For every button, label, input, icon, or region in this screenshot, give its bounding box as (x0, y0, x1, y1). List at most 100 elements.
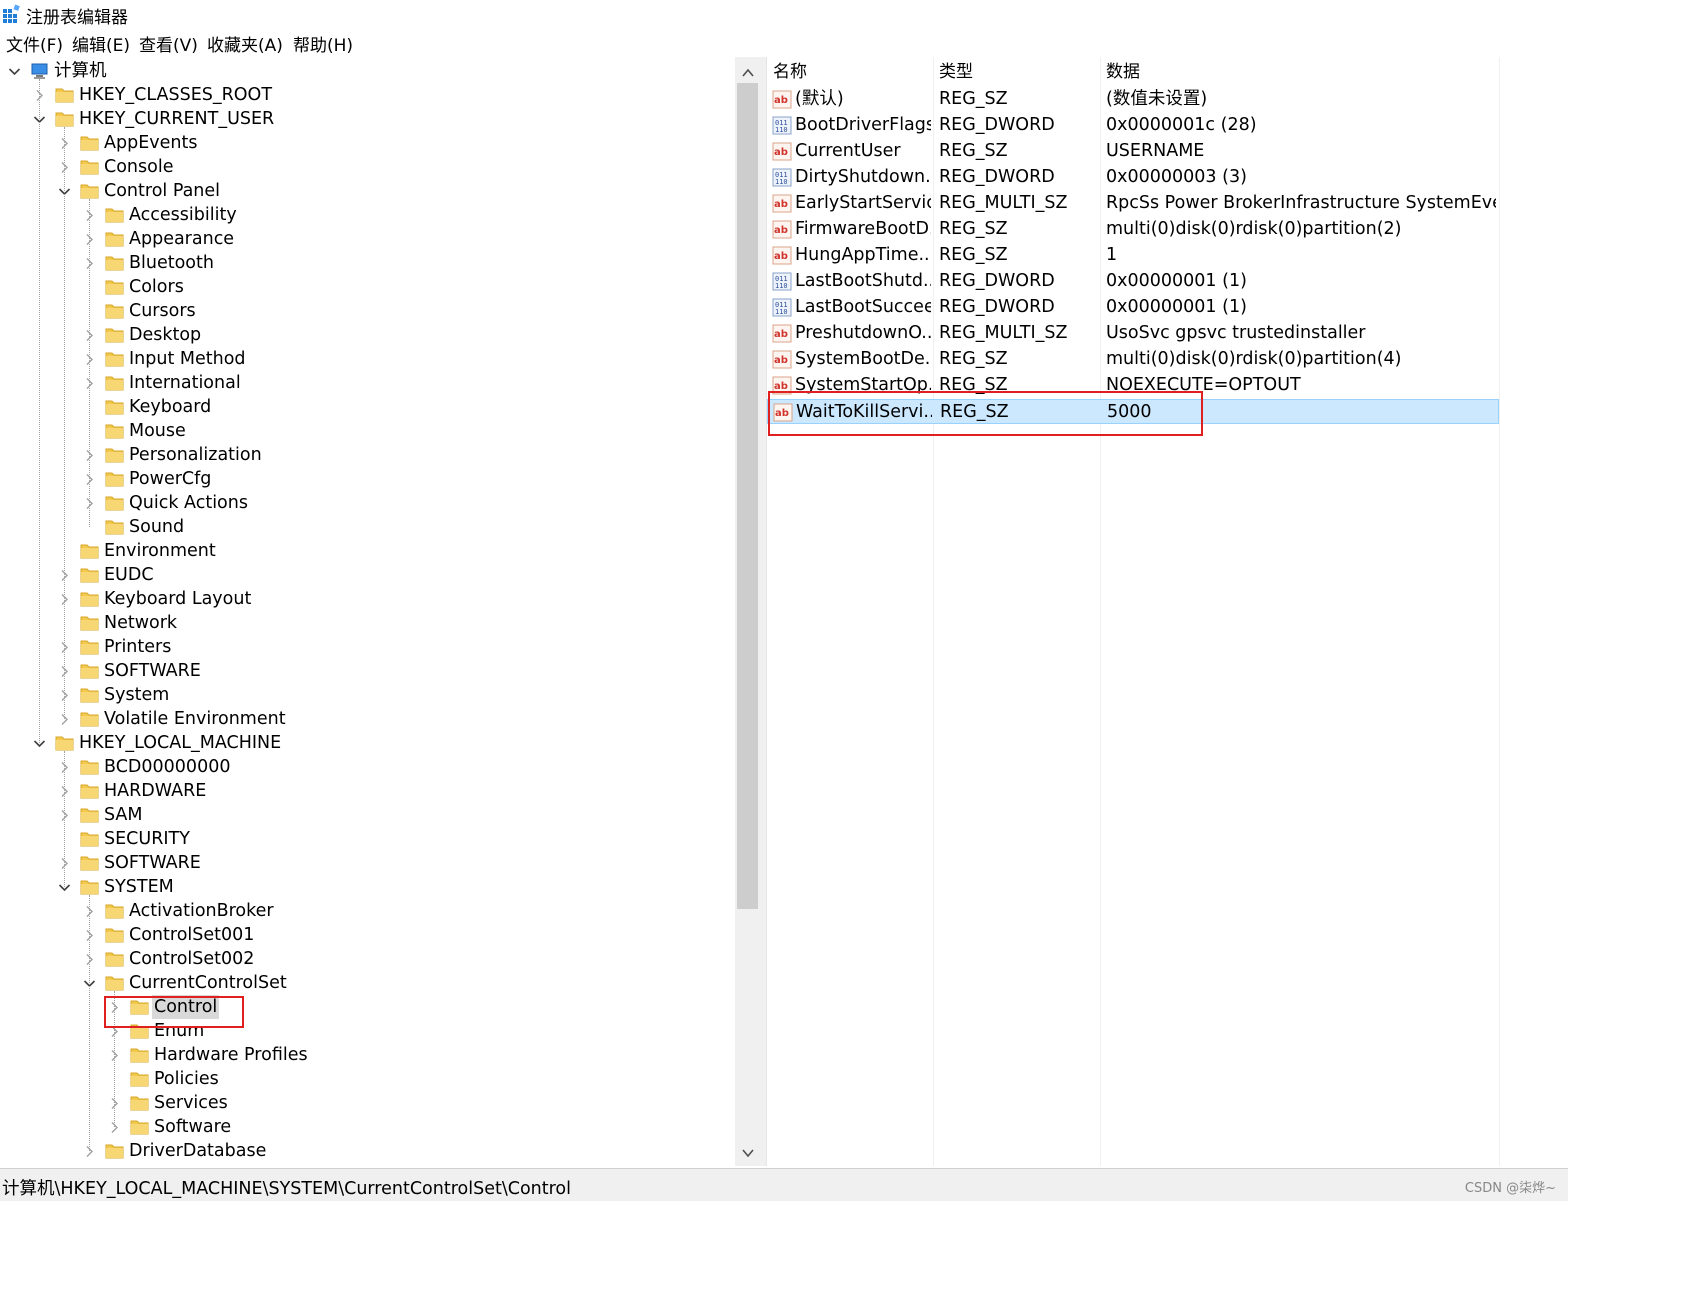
tree-node[interactable]: CurrentControlSet (0, 971, 735, 995)
tree-node-label: Bluetooth (129, 253, 214, 273)
value-type-cell: REG_DWORD (939, 115, 1055, 135)
menu-favorites[interactable]: 收藏夹(A) (207, 31, 283, 56)
value-row[interactable]: 011110LastBootSuccee... REG_DWORD 0x000000… (767, 295, 1499, 320)
menu-help[interactable]: 帮助(H) (293, 31, 353, 56)
value-data-cell: 0x00000001 (1) (1106, 297, 1247, 317)
folder-icon (105, 278, 125, 296)
tree-node[interactable]: 计算机 (0, 59, 735, 83)
tree-node[interactable]: Sound (0, 515, 735, 539)
value-row[interactable]: 011 110 BootDriverFlags REG_DWORD 0x0000001c… (767, 113, 1499, 138)
tree-node[interactable]: ControlSet001 (0, 923, 735, 947)
tree-node-label: Services (154, 1093, 228, 1113)
tree-node[interactable]: ControlSet002 (0, 947, 735, 971)
scrollbar-thumb[interactable] (737, 83, 758, 909)
value-data-cell: 0x0000001c (28) (1106, 115, 1257, 135)
tree-node[interactable]: Desktop (0, 323, 735, 347)
tree-node[interactable]: Input Method (0, 347, 735, 371)
column-header-name[interactable]: 名称 (773, 57, 807, 87)
tree-node[interactable]: Keyboard Layout (0, 587, 735, 611)
value-row[interactable]: 011 110 DirtyShutdown... REG_DWORD 0x0000000… (767, 165, 1499, 190)
tree-node[interactable]: Bluetooth (0, 251, 735, 275)
tree-node[interactable]: Accessibility (0, 203, 735, 227)
tree-node[interactable]: Colors (0, 275, 735, 299)
tree-node[interactable]: HKEY_LOCAL_MACHINE (0, 731, 735, 755)
tree-node[interactable]: EUDC (0, 563, 735, 587)
tree-node[interactable]: Console (0, 155, 735, 179)
tree-node[interactable]: PowerCfg (0, 467, 735, 491)
annotation-box-value (768, 391, 1203, 436)
tree-scrollbar[interactable] (735, 57, 760, 1166)
menu-file[interactable]: 文件(F) (6, 31, 63, 56)
scroll-down-icon[interactable] (741, 1145, 755, 1159)
tree-node[interactable]: ActivationBroker (0, 899, 735, 923)
value-name-cell: FirmwareBootD... (795, 219, 931, 239)
tree-node[interactable]: Environment (0, 539, 735, 563)
menu-view[interactable]: 查看(V) (139, 31, 198, 56)
tree-node-label: SYSTEM (104, 877, 174, 897)
tree-node[interactable]: Hardware Profiles (0, 1043, 735, 1067)
folder-icon (105, 1142, 125, 1160)
tree-node[interactable]: System (0, 683, 735, 707)
tree-node[interactable]: HARDWARE (0, 779, 735, 803)
folder-icon (80, 182, 100, 200)
value-row[interactable]: ab FirmwareBootD... REG_SZ multi(0)disk(0)r… (767, 217, 1499, 242)
chevron-down-icon[interactable] (6, 59, 22, 83)
tree-node[interactable]: SYSTEM (0, 875, 735, 899)
tree-node[interactable]: Personalization (0, 443, 735, 467)
folder-icon (80, 758, 100, 776)
tree-node[interactable]: Policies (0, 1067, 735, 1091)
tree-node[interactable]: Services (0, 1091, 735, 1115)
value-row[interactable]: ab EarlyStartServic... REG_MULTI_SZ RpcSs P… (767, 191, 1499, 216)
column-header-data[interactable]: 数据 (1106, 57, 1140, 87)
folder-icon (105, 974, 125, 992)
tree-node[interactable]: BCD00000000 (0, 755, 735, 779)
tree-node[interactable]: Printers (0, 635, 735, 659)
value-row[interactable]: 011 110 LastBootShutd... REG_DWORD 0x0000000… (767, 269, 1499, 294)
column-divider[interactable] (1499, 57, 1500, 1166)
tree-node[interactable]: HKEY_CLASSES_ROOT (0, 83, 735, 107)
folder-icon (80, 566, 100, 584)
value-row[interactable]: ab CurrentUser REG_SZ USERNAME (767, 139, 1499, 164)
tree-node[interactable]: SECURITY (0, 827, 735, 851)
tree-node[interactable]: International (0, 371, 735, 395)
tree-node[interactable]: Appearance (0, 227, 735, 251)
tree-node[interactable]: Mouse (0, 419, 735, 443)
value-row[interactable]: ab HungAppTime... REG_SZ 1 (767, 243, 1499, 268)
tree-node[interactable]: Control Panel (0, 179, 735, 203)
value-type-cell: REG_SZ (939, 349, 1008, 369)
folder-icon (105, 518, 125, 536)
tree-node-label: ControlSet002 (129, 949, 255, 969)
folder-icon (105, 398, 125, 416)
string-value-icon: ab (772, 90, 792, 109)
tree-node[interactable]: SOFTWARE (0, 851, 735, 875)
tree-node[interactable]: Volatile Environment (0, 707, 735, 731)
tree-node[interactable]: Network (0, 611, 735, 635)
tree-node[interactable]: HKEY_CURRENT_USER (0, 107, 735, 131)
tree-node-label: DriverDatabase (129, 1141, 267, 1161)
tree-node[interactable]: Quick Actions (0, 491, 735, 515)
tree-node[interactable]: SAM (0, 803, 735, 827)
tree-node-label: Mouse (129, 421, 186, 441)
tree-node-label: EUDC (104, 565, 154, 585)
tree-node-label: PowerCfg (129, 469, 212, 489)
folder-icon (105, 470, 125, 488)
tree-node[interactable]: Cursors (0, 299, 735, 323)
menu-edit[interactable]: 编辑(E) (72, 31, 130, 56)
value-name-cell: HungAppTime... (795, 245, 931, 265)
folder-icon (80, 806, 100, 824)
folder-icon (80, 614, 100, 632)
value-row[interactable]: ab SystemBootDe... REG_SZ multi(0)disk(0)rd… (767, 347, 1499, 372)
folder-icon (105, 350, 125, 368)
values-list-pane[interactable]: 名称 类型 数据 ab (默认) REG_SZ (数值未设置) 011 110 BootDr… (766, 57, 1569, 1166)
tree-node[interactable]: Keyboard (0, 395, 735, 419)
scroll-up-icon[interactable] (741, 65, 755, 79)
tree-node-label: BCD00000000 (104, 757, 231, 777)
tree-node[interactable]: DriverDatabase (0, 1139, 735, 1163)
value-row[interactable]: ab PreshutdownO... REG_MULTI_SZ UsoSvc gpsv… (767, 321, 1499, 346)
tree-node[interactable]: AppEvents (0, 131, 735, 155)
tree-node[interactable]: SOFTWARE (0, 659, 735, 683)
value-row[interactable]: ab (默认) REG_SZ (数值未设置) (767, 87, 1499, 112)
tree-node[interactable]: Software (0, 1115, 735, 1139)
folder-icon (80, 542, 100, 560)
column-header-type[interactable]: 类型 (939, 57, 973, 87)
